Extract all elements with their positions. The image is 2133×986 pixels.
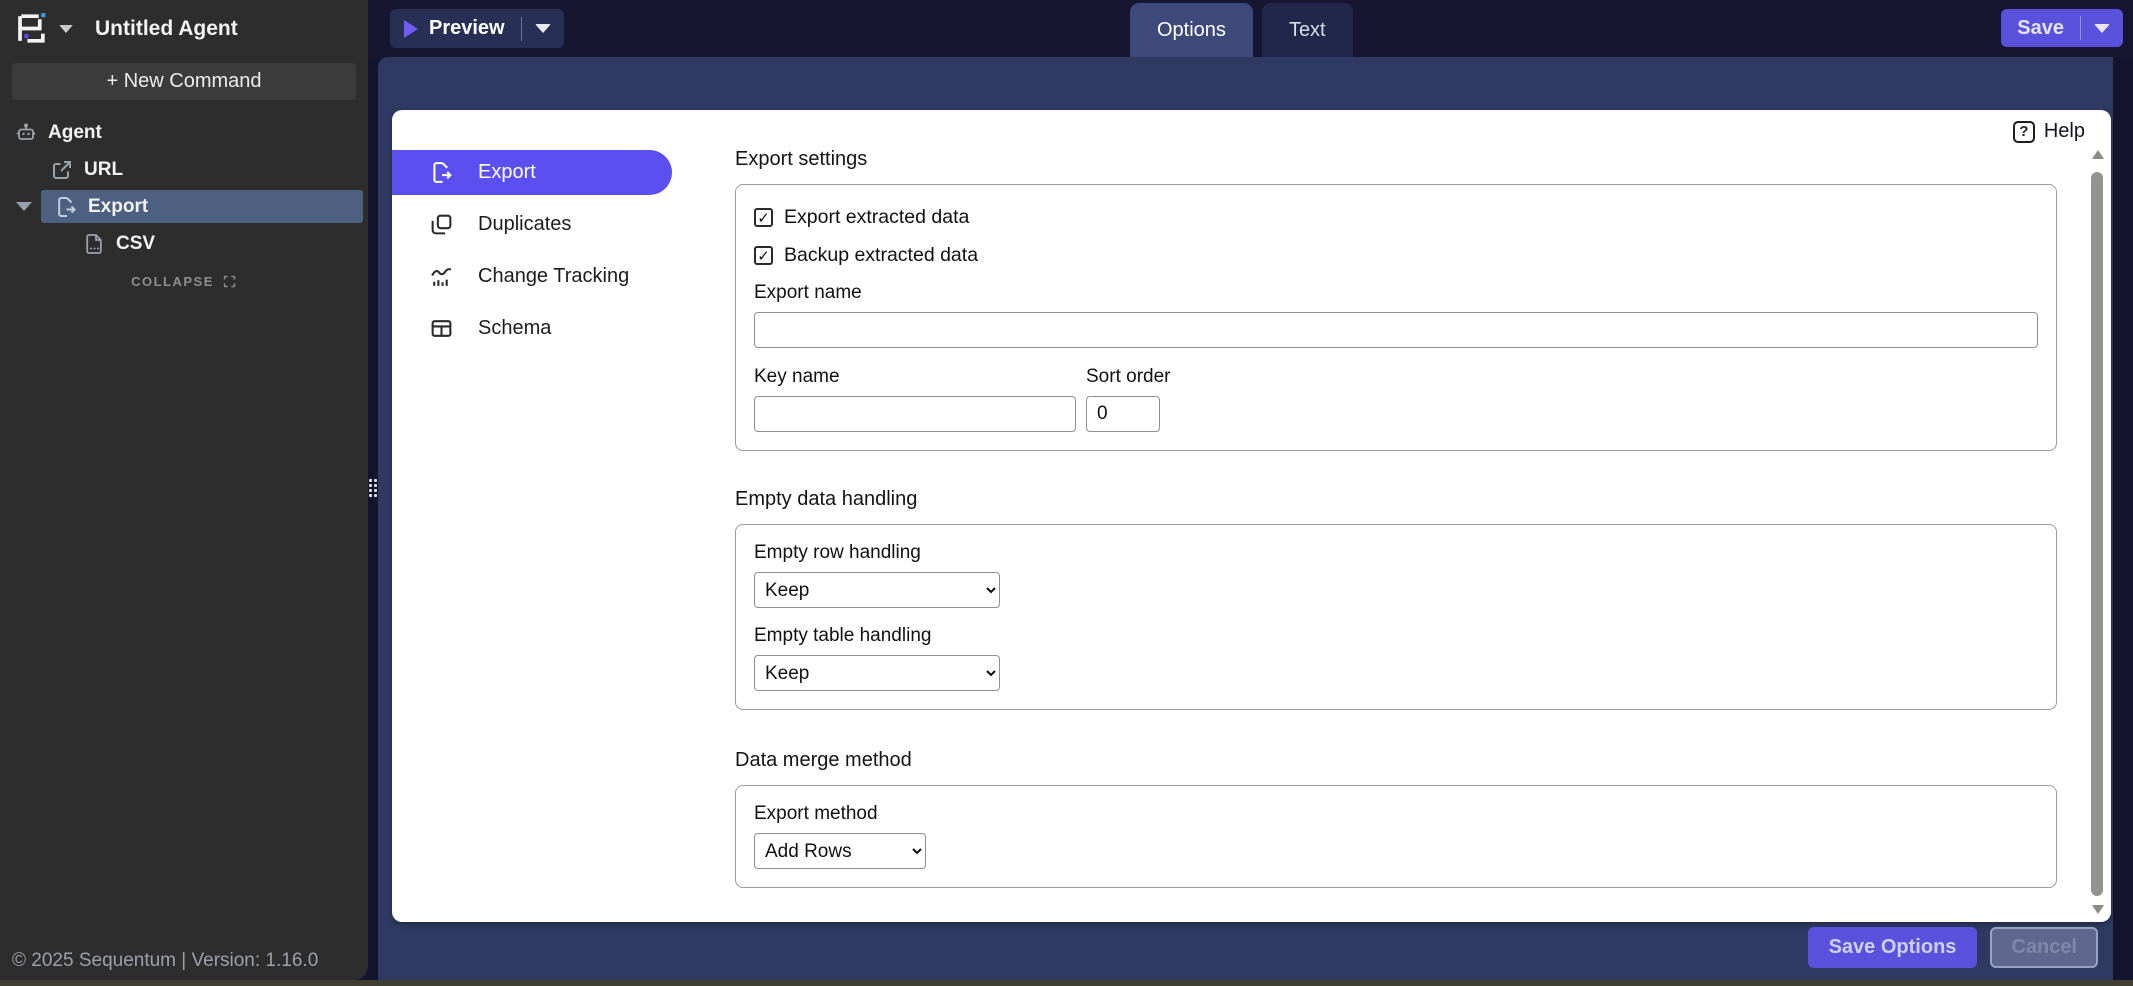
tab-options[interactable]: Options xyxy=(1130,3,1253,57)
vertical-scrollbar[interactable] xyxy=(2090,146,2106,918)
nav-item-duplicates[interactable]: Duplicates xyxy=(392,202,672,247)
file-export-icon xyxy=(429,160,454,185)
options-panel: ? Help xyxy=(392,110,2111,922)
external-link-icon xyxy=(50,158,74,182)
sort-order-input[interactable] xyxy=(1086,396,1160,432)
sidebar-header: Untitled Agent xyxy=(0,0,368,57)
tab-text[interactable]: Text xyxy=(1262,3,1353,57)
command-tree: Agent URL xyxy=(0,114,368,296)
export-settings-group: Export extracted data Backup extracted d… xyxy=(735,184,2057,451)
new-command-button[interactable]: + New Command xyxy=(12,63,356,100)
scrollbar-thumb[interactable] xyxy=(2091,172,2103,896)
key-name-input[interactable] xyxy=(754,396,1076,432)
panel-footer-actions: Save Options Cancel xyxy=(1808,927,2098,968)
preview-label: Preview xyxy=(429,17,505,40)
sidebar-resize-handle[interactable] xyxy=(369,479,377,497)
cancel-button[interactable]: Cancel xyxy=(1990,927,2098,968)
scroll-up-arrow-icon[interactable] xyxy=(2092,150,2104,159)
save-button[interactable]: Save xyxy=(2001,9,2080,47)
save-options-button[interactable]: Save Options xyxy=(1808,927,1978,968)
backup-extracted-data-option[interactable]: Backup extracted data xyxy=(754,244,2038,267)
help-link[interactable]: ? Help xyxy=(2013,120,2085,143)
options-nav: Export Duplicates xyxy=(392,150,672,351)
topbar: Preview Options Text Save xyxy=(368,0,2133,57)
checkbox-label: Export extracted data xyxy=(784,206,969,229)
play-icon xyxy=(404,20,418,38)
sequentum-logo-icon[interactable] xyxy=(12,10,49,47)
table-schema-icon xyxy=(429,316,454,341)
empty-row-handling-select[interactable]: Keep xyxy=(754,572,1000,608)
editor-tabs: Options Text xyxy=(1130,3,1353,57)
export-method-select[interactable]: Add Rows xyxy=(754,833,926,869)
collapse-icon xyxy=(222,274,237,289)
change-tracking-chart-icon xyxy=(429,264,454,289)
tree-item-export-selected[interactable]: Export xyxy=(41,190,363,223)
robot-icon xyxy=(14,121,38,145)
empty-row-handling-label: Empty row handling xyxy=(754,542,2038,564)
options-form: Export settings Export extracted data Ba… xyxy=(735,148,2057,888)
key-name-label: Key name xyxy=(754,366,1076,388)
main-area: Preview Options Text Save xyxy=(368,0,2133,986)
checkbox-label: Backup extracted data xyxy=(784,244,978,267)
nav-item-schema[interactable]: Schema xyxy=(392,306,672,351)
nav-item-label: Duplicates xyxy=(478,213,571,236)
app-window: Untitled Agent + New Command Agent xyxy=(0,0,2133,986)
agent-menu-chevron-icon[interactable] xyxy=(59,25,73,33)
section-heading-empty-data: Empty data handling xyxy=(735,488,2057,511)
tree-item-agent[interactable]: Agent xyxy=(0,114,368,151)
sidebar: Untitled Agent + New Command Agent xyxy=(0,0,368,980)
nav-item-label: Schema xyxy=(478,317,551,340)
tree-item-csv[interactable]: CSV xyxy=(0,225,368,262)
empty-table-handling-label: Empty table handling xyxy=(754,625,2038,647)
preview-dropdown-button[interactable] xyxy=(522,9,564,48)
save-dropdown-button[interactable] xyxy=(2081,9,2123,47)
collapse-label: COLLAPSE xyxy=(131,274,214,289)
agent-title: Untitled Agent xyxy=(95,17,238,41)
export-method-label: Export method xyxy=(754,803,2038,825)
nav-item-export[interactable]: Export xyxy=(392,150,672,195)
preview-button-group: Preview xyxy=(390,9,564,48)
version-footer: © 2025 Sequentum | Version: 1.16.0 xyxy=(12,950,318,972)
chevron-down-icon xyxy=(2094,24,2110,33)
section-heading-data-merge: Data merge method xyxy=(735,749,2057,772)
tree-item-label: Agent xyxy=(48,122,102,144)
section-heading-export-settings: Export settings xyxy=(735,148,2057,171)
export-name-input[interactable] xyxy=(754,312,2038,348)
tree-collapse-button[interactable]: COLLAPSE xyxy=(0,266,368,296)
save-button-group: Save xyxy=(2001,9,2123,47)
tree-item-label: Export xyxy=(88,196,148,218)
tree-item-label: URL xyxy=(84,159,123,181)
scroll-down-arrow-icon[interactable] xyxy=(2092,905,2104,914)
data-merge-group: Export method Add Rows xyxy=(735,785,2057,888)
sort-order-label: Sort order xyxy=(1086,366,1206,388)
preview-button[interactable]: Preview xyxy=(390,9,521,48)
empty-data-group: Empty row handling Keep Empty table hand… xyxy=(735,524,2057,710)
nav-item-change-tracking[interactable]: Change Tracking xyxy=(392,254,672,299)
export-extracted-data-checkbox[interactable] xyxy=(754,208,773,227)
tree-expand-caret-icon[interactable] xyxy=(16,202,32,211)
file-csv-icon xyxy=(82,232,106,256)
duplicates-icon xyxy=(429,212,454,237)
options-region: ? Help xyxy=(378,57,2113,980)
file-export-icon xyxy=(54,195,78,219)
tree-item-export[interactable]: Export xyxy=(0,188,368,225)
nav-item-label: Change Tracking xyxy=(478,265,629,288)
window-bottom-edge xyxy=(0,980,2133,986)
help-label: Help xyxy=(2044,120,2085,143)
backup-extracted-data-checkbox[interactable] xyxy=(754,246,773,265)
empty-table-handling-select[interactable]: Keep xyxy=(754,655,1000,691)
tree-item-url[interactable]: URL xyxy=(0,151,368,188)
tree-item-label: CSV xyxy=(116,233,155,255)
export-name-label: Export name xyxy=(754,282,2038,304)
nav-item-label: Export xyxy=(478,161,536,184)
question-mark-icon: ? xyxy=(2013,121,2035,143)
export-extracted-data-option[interactable]: Export extracted data xyxy=(754,206,2038,229)
chevron-down-icon xyxy=(535,24,551,33)
